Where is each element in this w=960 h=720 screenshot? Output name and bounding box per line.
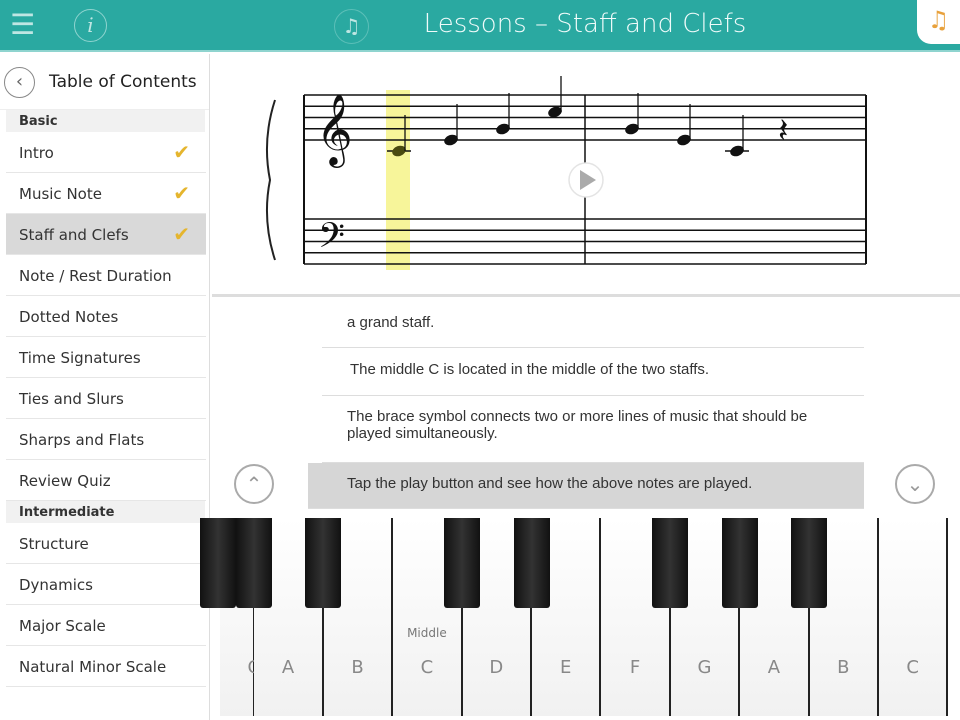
grand-staff: 𝄞 𝄢 𝄽 [265,76,867,270]
sidebar-item-label: Time Signatures [19,349,141,367]
section-header: Basic [6,110,205,132]
sidebar-item-label: Music Note [19,185,102,203]
info-icon[interactable]: i [74,9,107,42]
piano-black-key[interactable] [200,518,236,608]
key-label: B [351,657,364,678]
sidebar-item-label: Natural Minor Scale [19,658,167,676]
sidebar-item-label: Major Scale [19,617,106,635]
treble-clef: 𝄞 [316,92,353,168]
piano-black-key[interactable] [791,518,828,608]
sidebar-item[interactable]: Time Signatures [6,337,206,378]
piano-black-key[interactable] [236,518,272,608]
sidebar-item[interactable]: Structure [6,523,206,564]
lesson-text-line: The brace symbol connects two or more li… [322,396,864,463]
key-label: E [560,657,572,678]
sidebar-item[interactable]: Intro ✔ [6,132,206,173]
checkmark-icon: ✔ [173,181,190,205]
sidebar-item[interactable]: Staff and Clefs ✔ [6,214,206,255]
lesson-text-line: The middle C is located in the middle of… [322,349,864,396]
sidebar-item[interactable]: Major Scale [6,605,206,646]
key-label: C [420,657,434,678]
sidebar-item[interactable]: Dotted Notes [6,296,206,337]
sidebar-item[interactable]: Natural Minor Scale [6,646,206,687]
back-button[interactable]: ‹ [4,67,35,98]
checkmark-icon: ✔ [173,140,190,164]
key-label: B [837,657,850,678]
sidebar-item-label: Dynamics [19,576,93,594]
key-label: F [629,657,641,678]
scroll-up-button[interactable]: ⌃ [234,464,274,504]
sidebar-item[interactable]: Ties and Slurs [6,378,206,419]
checkmark-icon: ✔ [173,222,190,246]
sidebar-item-label: Staff and Clefs [19,226,129,244]
sidebar-item[interactable]: Music Note ✔ [6,173,206,214]
app-logo: ♫ [917,0,960,44]
piano-black-key[interactable] [652,518,689,608]
key-label: D [489,657,504,678]
page-title: Lessons – Staff and Clefs [423,9,747,39]
lesson-text-line: a grand staff. [322,312,864,348]
key-label: A [767,657,781,678]
sidebar-item-label: Dotted Notes [19,308,119,326]
piano-black-key[interactable] [444,518,481,608]
scroll-down-button[interactable]: ⌄ [895,464,935,504]
sidebar-item[interactable]: Sharps and Flats [6,419,206,460]
sidebar-item-label: Review Quiz [19,472,111,490]
piano-key-c[interactable]: C [879,518,949,716]
middle-c-label: Middle [407,626,447,640]
piano-keyboard: GABCMiddleDEFGABC [200,518,960,716]
toc-header: ‹ Table of Contents [0,54,209,110]
music-note-icon[interactable]: ♫ [334,9,369,44]
piano-black-key[interactable] [513,518,550,608]
sidebar-item-label: Sharps and Flats [19,431,145,449]
bass-clef: 𝄢 [318,215,345,264]
section-header: Intermediate [6,501,205,523]
brace [265,99,276,261]
sidebar-item-label: Intro [19,144,54,162]
sidebar-item[interactable]: Note / Rest Duration [6,255,206,296]
piano-black-key[interactable] [305,518,342,608]
key-label: G [697,657,712,678]
sidebar-item-label: Ties and Slurs [19,390,124,408]
sidebar-item-label: Structure [19,535,89,553]
sidebar: ‹ Table of Contents Basic Intro ✔ Music Not… [0,54,210,720]
key-label: C [906,657,919,678]
key-label: A [281,657,295,678]
quarter-rest: 𝄽 [778,111,788,151]
lesson-text-line: Tap the play button and see how the abov… [308,463,864,509]
piano-black-key[interactable] [721,518,758,608]
toc-title: Table of Contents [49,72,197,92]
sidebar-item[interactable]: Dynamics [6,564,206,605]
sidebar-item[interactable]: Review Quiz [6,460,206,501]
score-panel: 𝄞 𝄢 𝄽 [212,54,960,297]
list-icon[interactable]: ☰ [10,10,35,40]
header-bar: ☰ i ♫ Lessons – Staff and Clefs ♫ [0,0,960,52]
sidebar-item-label: Note / Rest Duration [19,267,172,285]
